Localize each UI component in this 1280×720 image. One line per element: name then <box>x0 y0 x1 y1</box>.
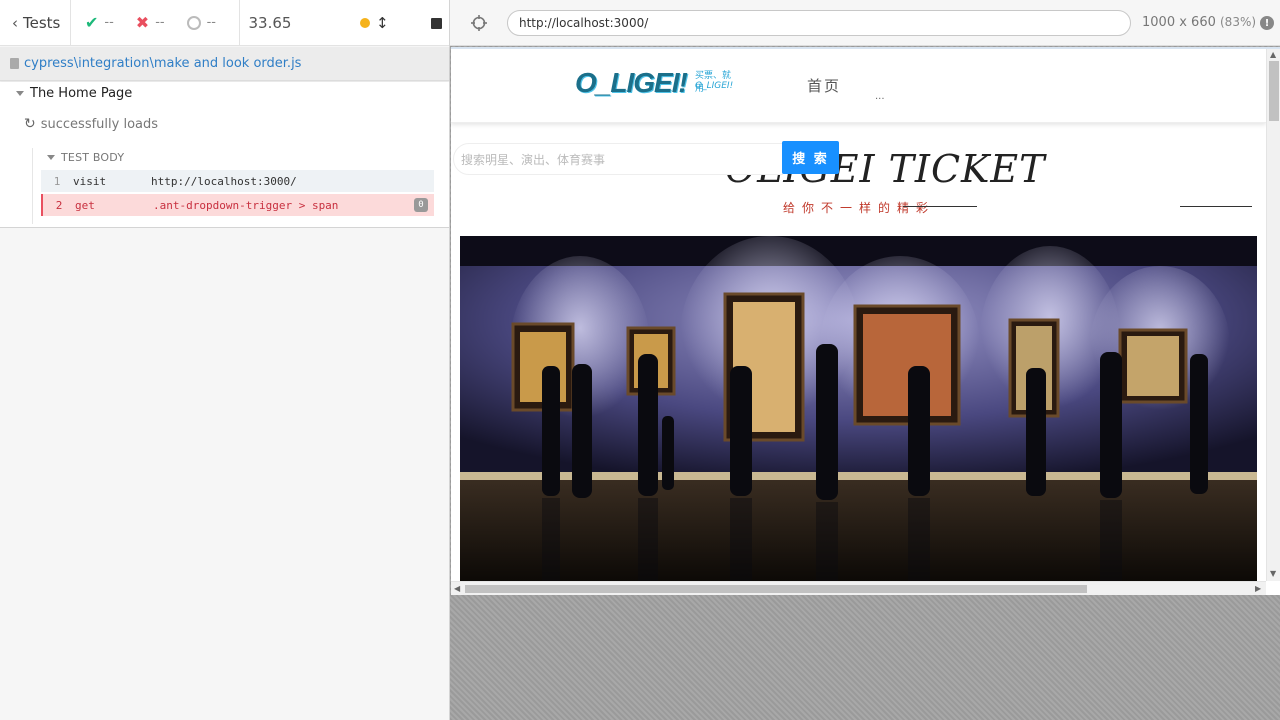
running-indicator-icon <box>360 18 370 28</box>
command-row[interactable]: 1 visit http://localhost:3000/ <box>41 170 434 192</box>
logo-tagline-brand: O_LIGEI! <box>695 81 734 91</box>
spec-path-link[interactable]: cypress\integration\make and look order.… <box>24 56 301 71</box>
suite-title: The Home Page <box>30 86 133 101</box>
viewport-scale: (83%) <box>1220 15 1257 29</box>
nav-more-dropdown[interactable]: ... <box>875 91 885 102</box>
pending-circle-icon <box>186 15 201 30</box>
command-arg: http://localhost:3000/ <box>151 174 297 188</box>
passed-count: -- <box>104 15 114 30</box>
scroll-left-icon[interactable]: ◀ <box>454 584 460 593</box>
nav-home-link[interactable]: 首页 <box>807 75 841 96</box>
logo-text: O_LIGEI! <box>575 67 688 98</box>
reporter-panel: ‹ Tests ✔ -- ✖ -- -- 33.65 ↕ cypress\int… <box>0 0 450 720</box>
file-icon <box>10 58 19 69</box>
run-controls: ↕ <box>360 0 442 46</box>
test-row[interactable]: ↻ successfully loads <box>24 116 158 132</box>
command-number: 2 <box>55 198 63 212</box>
scroll-down-icon[interactable]: ▼ <box>1270 569 1276 578</box>
test-suite: The Home Page ↻ successfully loads TEST … <box>0 82 449 228</box>
reporter-header: ‹ Tests ✔ -- ✖ -- -- 33.65 ↕ <box>0 0 449 46</box>
vertical-scrollbar[interactable]: ▲ ▼ <box>1266 49 1280 581</box>
vertical-scroll-thumb[interactable] <box>1269 61 1279 121</box>
failed-stat: ✖ -- <box>136 13 165 32</box>
stats-bar: ✔ -- ✖ -- -- <box>71 0 240 46</box>
viewport-size: 1000 x 660 (83%) <box>1142 15 1256 30</box>
test-title: successfully loads <box>40 116 159 132</box>
x-icon: ✖ <box>135 13 150 32</box>
app-navbar: O_LIGEI! 买票、就用 O_LIGEI! 首页 ... <box>451 49 1266 123</box>
command-name: visit <box>73 174 107 188</box>
command-name: get <box>75 198 95 212</box>
running-spinner-icon: ↻ <box>24 116 36 132</box>
decorative-line-left <box>903 206 977 207</box>
command-row-failed[interactable]: 2 get .ant-dropdown-trigger > span 0 <box>41 194 434 216</box>
site-logo[interactable]: O_LIGEI! 买票、就用 O_LIGEI! <box>575 63 737 103</box>
test-body-header[interactable]: TEST BODY <box>47 151 124 164</box>
stop-button[interactable] <box>430 17 442 29</box>
info-icon[interactable]: ! <box>1260 16 1274 30</box>
url-bar: http://localhost:3000/ 1000 x 660 (83%) … <box>450 0 1280 46</box>
horizontal-scrollbar[interactable]: ◀ ▶ <box>451 581 1266 595</box>
pending-stat: -- <box>186 15 216 30</box>
failed-count: -- <box>155 15 165 30</box>
collapse-triangle-icon <box>16 91 24 96</box>
hero-gallery-image <box>460 236 1257 582</box>
element-count-badge: 0 <box>414 198 428 212</box>
passed-stat: ✔ -- <box>85 13 114 32</box>
tests-back-button[interactable]: ‹ Tests <box>0 0 71 46</box>
check-icon: ✔ <box>85 13 99 32</box>
command-arg: .ant-dropdown-trigger > span <box>153 198 339 212</box>
viewport-dimensions: 1000 x 660 <box>1142 15 1216 30</box>
command-number: 1 <box>53 174 61 188</box>
chevron-left-icon: ‹ <box>12 13 18 32</box>
horizontal-scroll-thumb[interactable] <box>465 585 1087 593</box>
decorative-line-right <box>1180 206 1252 207</box>
suite-title-row[interactable]: The Home Page <box>16 86 132 101</box>
tests-label: Tests <box>23 13 61 32</box>
scroll-right-icon[interactable]: ▶ <box>1255 584 1261 593</box>
search-button[interactable]: 搜 索 <box>782 141 839 174</box>
test-body-label: TEST BODY <box>61 151 125 164</box>
search-input[interactable]: 搜索明星、演出、体育赛事 <box>453 143 783 175</box>
pending-count: -- <box>206 15 216 30</box>
selector-playground-icon[interactable] <box>470 14 488 32</box>
auto-scroll-toggle-icon[interactable]: ↕ <box>376 14 389 32</box>
collapse-triangle-icon <box>47 155 55 160</box>
url-input[interactable]: http://localhost:3000/ <box>507 10 1131 36</box>
duration: 33.65 <box>248 13 292 32</box>
site-subtitle: 给你不一样的精彩 <box>783 201 936 215</box>
tree-guide-line <box>32 148 33 224</box>
app-under-test-frame: O_LIGEI! 买票、就用 O_LIGEI! 首页 ... OLIGEI TI… <box>451 47 1280 595</box>
spec-file-bar: cypress\integration\make and look order.… <box>0 47 449 81</box>
scroll-up-icon[interactable]: ▲ <box>1270 50 1276 59</box>
